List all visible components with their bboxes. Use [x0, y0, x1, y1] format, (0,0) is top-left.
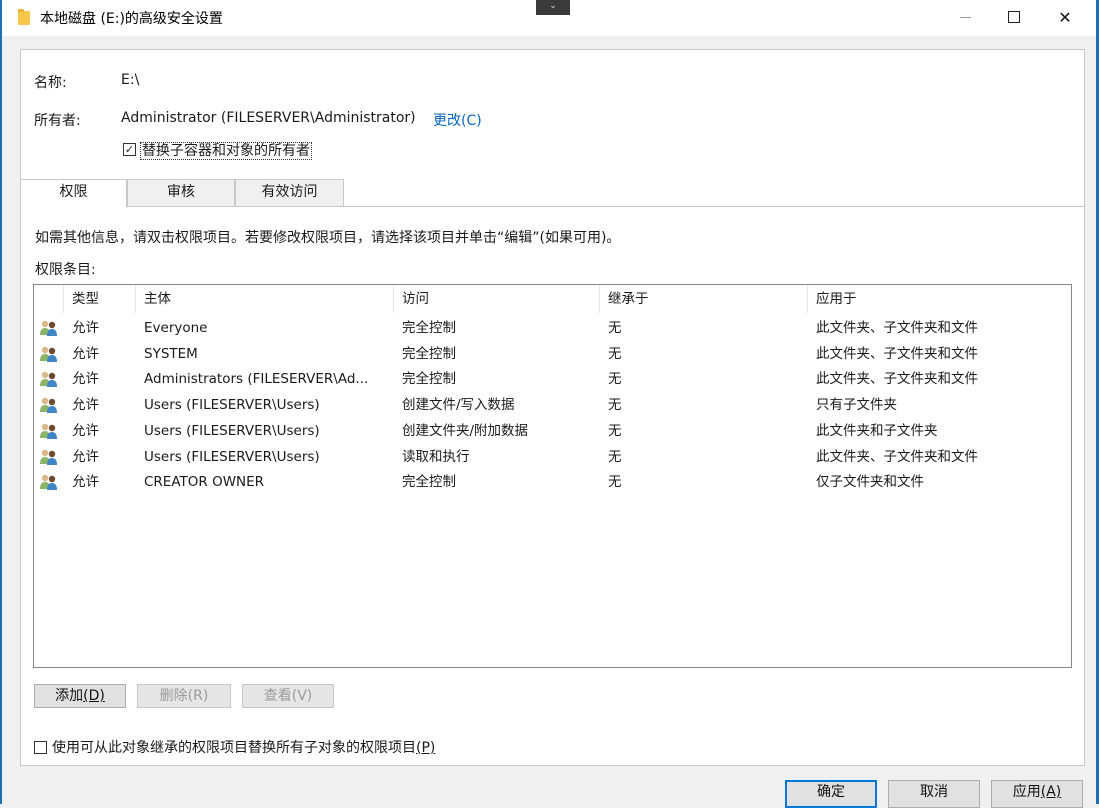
snap-layout-chevron-icon[interactable]: ⌄: [536, 0, 570, 15]
tab-auditing[interactable]: 审核: [127, 179, 235, 206]
cell-access: 创建文件/写入数据: [402, 397, 515, 414]
cell-applies-to: 仅子文件夹和文件: [816, 474, 924, 491]
cell-inherited-from: 无: [608, 474, 622, 491]
cell-type: 允许: [72, 371, 99, 388]
replace-owner-checkbox[interactable]: ✓: [123, 143, 136, 156]
permission-entry-row[interactable]: 允许 Everyone 完全控制 无 此文件夹、子文件夹和文件: [34, 315, 1071, 341]
cell-inherited-from: 无: [608, 320, 622, 336]
replace-owner-label[interactable]: 替换子容器和对象的所有者: [140, 140, 312, 160]
replace-child-permissions-label[interactable]: 使用可从此对象继承的权限项目替换所有子对象的权限项目(P): [52, 737, 435, 757]
column-header-inherited-from[interactable]: 继承于: [600, 285, 808, 313]
remove-button[interactable]: 删除(R): [137, 684, 231, 708]
permission-entry-row[interactable]: 允许 SYSTEM 完全控制 无 此文件夹、子文件夹和文件: [34, 341, 1071, 367]
list-header: 类型 主体 访问 继承于 应用于: [34, 285, 1071, 313]
maximize-button[interactable]: [991, 0, 1037, 34]
tab-permissions[interactable]: 权限: [20, 179, 127, 208]
cell-type: 允许: [72, 320, 99, 336]
name-value: E:\: [121, 72, 140, 88]
name-label: 名称:: [34, 75, 67, 91]
cell-principal: SYSTEM: [144, 345, 198, 362]
minimize-button[interactable]: [942, 0, 988, 34]
permission-entries-list[interactable]: 类型 主体 访问 继承于 应用于 允许 Everyone 完全控制无此文件夹、子文件…: [33, 284, 1072, 668]
cell-type: 允许: [72, 345, 99, 362]
users-icon: [39, 422, 59, 440]
cell-principal: CREATOR OWNER: [144, 474, 265, 491]
cell-type: 允许: [72, 422, 99, 439]
cell-inherited-from: 无: [608, 422, 622, 439]
permission-entries-label: 权限条目:: [35, 262, 96, 278]
cell-access: 完全控制: [402, 320, 456, 336]
cell-applies-to: 此文件夹、子文件夹和文件: [816, 371, 978, 388]
cell-inherited-from: 无: [608, 345, 622, 362]
cell-inherited-from: 无: [608, 448, 622, 465]
users-icon: [39, 370, 59, 388]
permission-entry-row[interactable]: 允许 Administrators (FILESERVER\Ad... 完全控制 无 此…: [34, 366, 1071, 392]
users-icon: [39, 319, 59, 337]
column-header-access[interactable]: 访问: [394, 285, 600, 313]
maximize-icon: [1008, 11, 1020, 23]
permission-entry-row[interactable]: 允许 Users (FILESERVER\Users) 创建文件/写入数据 无 只有子文…: [34, 392, 1071, 418]
view-button[interactable]: 查看(V): [242, 684, 334, 708]
cell-inherited-from: 无: [608, 371, 622, 388]
column-header-type[interactable]: 类型: [64, 285, 136, 313]
column-header-principal[interactable]: 主体: [136, 285, 394, 313]
cell-access: 完全控制: [402, 474, 456, 491]
cell-applies-to: 此文件夹、子文件夹和文件: [816, 345, 978, 362]
info-text: 如需其他信息，请双击权限项目。若要修改权限项目，请选择该项目并单击“编辑”(如果…: [35, 230, 621, 246]
title-bar: 本地磁盘 (E:)的高级安全设置 ⌄ ✕: [2, 0, 1096, 36]
cell-access: 完全控制: [402, 371, 456, 388]
permissions-panel: 如需其他信息，请双击权限项目。若要修改权限项目，请选择该项目并单击“编辑”(如果…: [20, 206, 1085, 766]
minimize-icon: [959, 16, 971, 18]
cell-applies-to: 此文件夹、子文件夹和文件: [816, 448, 978, 465]
cell-principal: Users (FILESERVER\Users): [144, 397, 320, 414]
add-button[interactable]: 添加(D): [34, 684, 126, 708]
permission-entry-row[interactable]: 允许 CREATOR OWNER 完全控制 无 仅子文件夹和文件: [34, 469, 1071, 495]
check-icon: ✓: [124, 143, 135, 156]
close-icon: ✕: [1058, 7, 1072, 27]
cell-principal: Users (FILESERVER\Users): [144, 448, 320, 465]
cell-inherited-from: 无: [608, 397, 622, 414]
users-icon: [39, 396, 59, 414]
cell-principal: Everyone: [144, 320, 208, 336]
cell-type: 允许: [72, 474, 99, 491]
cell-applies-to: 此文件夹和子文件夹: [816, 422, 938, 439]
close-button[interactable]: ✕: [1042, 0, 1088, 34]
window-title: 本地磁盘 (E:)的高级安全设置: [40, 11, 223, 27]
users-icon: [39, 448, 59, 466]
change-owner-link[interactable]: 更改(C): [433, 110, 482, 130]
replace-child-permissions-checkbox[interactable]: [34, 741, 47, 754]
owner-label: 所有者:: [34, 113, 81, 129]
cell-principal: Users (FILESERVER\Users): [144, 422, 320, 439]
tab-effective-access[interactable]: 有效访问: [235, 179, 344, 206]
permission-entry-row[interactable]: 允许 Users (FILESERVER\Users) 读取和执行 无 此文件夹、子文件…: [34, 444, 1071, 470]
column-header-applies-to[interactable]: 应用于: [808, 285, 1073, 313]
advanced-security-settings-window: 本地磁盘 (E:)的高级安全设置 ⌄ ✕ 名称: E:\ 所有者: Admini…: [0, 0, 1099, 808]
column-header-icon[interactable]: [34, 285, 64, 313]
cell-principal: Administrators (FILESERVER\Ad...: [144, 371, 369, 388]
cell-access: 读取和执行: [402, 448, 470, 465]
cell-applies-to: 只有子文件夹: [816, 397, 897, 414]
cell-access: 创建文件夹/附加数据: [402, 422, 529, 439]
cell-type: 允许: [72, 397, 99, 414]
cell-access: 完全控制: [402, 345, 456, 362]
users-icon: [39, 473, 59, 491]
cell-applies-to: 此文件夹、子文件夹和文件: [816, 320, 978, 336]
permission-entry-row[interactable]: 允许 Users (FILESERVER\Users) 创建文件夹/附加数据 无 此文件…: [34, 418, 1071, 444]
cell-type: 允许: [72, 448, 99, 465]
users-icon: [39, 345, 59, 363]
owner-value: Administrator (FILESERVER\Administrator): [121, 110, 416, 126]
folder-icon: [18, 9, 30, 25]
